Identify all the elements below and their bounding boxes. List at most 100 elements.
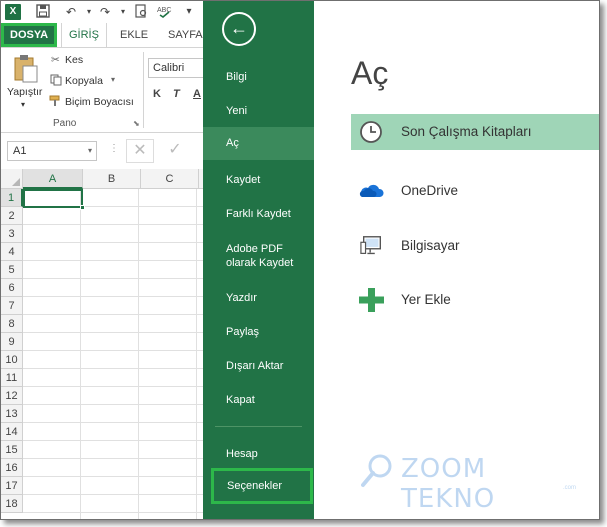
cancel-entry-icon[interactable]: ✕ [126, 139, 154, 163]
row-header[interactable]: 14 [1, 423, 23, 441]
format-painter-button[interactable]: Biçim Boyacısı [65, 96, 134, 108]
row-header[interactable]: 10 [1, 351, 23, 369]
row-header[interactable]: 8 [1, 315, 23, 333]
select-all-button[interactable] [1, 169, 23, 189]
nav-item-account[interactable]: Hesap [203, 447, 314, 461]
column-header[interactable]: B [83, 169, 141, 189]
group-divider [143, 52, 144, 128]
undo-dropdown-icon[interactable]: ▾ [81, 4, 97, 20]
row-header[interactable]: 7 [1, 297, 23, 315]
page-title: Aç [351, 55, 389, 91]
place-onedrive[interactable]: OneDrive [351, 173, 599, 209]
svg-text:ABC: ABC [157, 7, 171, 14]
row-header[interactable]: 6 [1, 279, 23, 297]
row-header[interactable]: 18 [1, 495, 23, 513]
nav-item-options[interactable]: Seçenekler [211, 468, 313, 504]
select-all-triangle-icon [12, 178, 20, 186]
name-box[interactable]: A1 ▾ [7, 141, 97, 161]
redo-dropdown-icon[interactable]: ▾ [115, 4, 131, 20]
clipboard-group-label: Pano [53, 118, 77, 129]
place-label: Yer Ekle [401, 292, 451, 307]
row-header[interactable]: 4 [1, 243, 23, 261]
fill-handle[interactable] [80, 205, 85, 210]
undo-icon[interactable]: ↶ [63, 4, 79, 20]
nav-item-info[interactable]: Bilgi [203, 70, 314, 84]
tab-home[interactable]: GİRİŞ [61, 23, 107, 47]
place-computer[interactable]: Bilgisayar [351, 228, 599, 264]
computer-icon [360, 236, 381, 255]
row-header[interactable]: 2 [1, 207, 23, 225]
ribbon-tabs: DOSYA GİRİŞ EKLE SAYFA [1, 23, 211, 47]
nav-item-print[interactable]: Yazdır [203, 291, 314, 305]
italic-button[interactable]: T [173, 88, 180, 100]
cut-button[interactable]: Kes [65, 54, 83, 66]
row-header[interactable]: 16 [1, 459, 23, 477]
formula-bar: A1 ▾ ⋮ ✕ ✓ [1, 133, 211, 167]
row-header[interactable]: 17 [1, 477, 23, 495]
spelling-icon[interactable]: ABC [157, 4, 173, 20]
row-header[interactable]: 15 [1, 441, 23, 459]
place-recent-workbooks[interactable]: Son Çalışma Kitapları [351, 114, 599, 150]
row-header[interactable]: 13 [1, 405, 23, 423]
place-add-place[interactable]: Yer Ekle [351, 282, 599, 318]
window: X ↶ ▾ ↷ ▾ ABC ▾ DOSYA GİRİŞ EKLE SAYFA Y… [0, 0, 600, 520]
clock-icon [360, 121, 382, 143]
underline-button[interactable]: A [193, 88, 201, 100]
backstage-nav: ← Bilgi Yeni Aç Kaydet Farklı Kaydet Ado… [203, 1, 314, 519]
redo-icon[interactable]: ↷ [97, 4, 113, 20]
row-header[interactable]: 9 [1, 333, 23, 351]
back-arrow-icon[interactable]: ← [222, 12, 256, 46]
tab-insert[interactable]: EKLE [113, 23, 155, 47]
watermark-sub: .com [562, 485, 576, 491]
copy-icon [50, 74, 62, 89]
column-header[interactable]: A [23, 169, 83, 189]
nav-item-new[interactable]: Yeni [203, 104, 314, 118]
copy-button[interactable]: Kopyala [65, 75, 103, 87]
nav-item-save[interactable]: Kaydet [203, 173, 314, 187]
cloud-icon [359, 184, 384, 197]
copy-dropdown-icon[interactable]: ▾ [111, 75, 115, 84]
name-box-value: A1 [13, 145, 27, 157]
paste-button[interactable]: Yapıştır [7, 86, 42, 98]
nav-item-save-as-pdf[interactable]: Adobe PDF olarak Kaydet [203, 242, 303, 270]
save-icon[interactable] [35, 4, 51, 20]
row-header[interactable]: 3 [1, 225, 23, 243]
bold-button[interactable]: K [153, 88, 161, 100]
row-header[interactable]: 1 [1, 189, 23, 207]
enter-entry-icon[interactable]: ✓ [161, 139, 189, 163]
worksheet[interactable]: A B C 1 2 3 4 5 6 7 8 9 10 11 12 13 14 15 16 17 18 [1, 169, 211, 519]
cut-icon: ✂ [51, 54, 60, 66]
print-preview-icon[interactable] [133, 4, 149, 20]
row-header[interactable]: 11 [1, 369, 23, 387]
excel-background: X ↶ ▾ ↷ ▾ ABC ▾ DOSYA GİRİŞ EKLE SAYFA Y… [1, 1, 211, 519]
place-label: OneDrive [401, 183, 459, 198]
customize-qat-icon[interactable]: ▾ [181, 4, 197, 20]
nav-item-close[interactable]: Kapat [203, 393, 314, 407]
place-label: Son Çalışma Kitapları [401, 124, 532, 139]
nav-item-open[interactable]: Aç [203, 127, 314, 160]
cell-grid[interactable] [23, 189, 211, 519]
nav-divider [215, 426, 302, 427]
row-header[interactable]: 5 [1, 261, 23, 279]
name-box-dropdown-icon[interactable]: ▾ [88, 142, 92, 160]
place-label: Bilgisayar [401, 238, 460, 253]
magnifier-icon [361, 454, 392, 487]
active-cell[interactable] [23, 189, 85, 210]
quick-access-toolbar: X ↶ ▾ ↷ ▾ ABC ▾ [1, 1, 211, 23]
watermark-text: ZOOM TEKNO [401, 454, 496, 514]
font-name-field[interactable]: Calibri [148, 58, 208, 78]
nav-item-save-as[interactable]: Farklı Kaydet [203, 207, 314, 221]
column-header[interactable]: C [141, 169, 199, 189]
ribbon: Yapıştır ▾ ✂ Kes Kopyala ▾ Biçim Boyacıs… [1, 47, 211, 133]
tab-file[interactable]: DOSYA [1, 23, 58, 47]
plus-icon [359, 288, 384, 312]
dialog-launcher-icon[interactable]: ⬊ [133, 119, 140, 128]
paste-icon[interactable] [13, 54, 39, 84]
excel-logo-icon: X [5, 4, 21, 20]
watermark: ZOOM TEKNO .com [359, 451, 584, 514]
row-header[interactable]: 12 [1, 387, 23, 405]
nav-item-share[interactable]: Paylaş [203, 325, 314, 339]
formula-bar-handle-icon: ⋮ [109, 143, 119, 154]
nav-item-export[interactable]: Dışarı Aktar [203, 359, 314, 373]
paste-dropdown-icon[interactable]: ▾ [21, 100, 25, 109]
